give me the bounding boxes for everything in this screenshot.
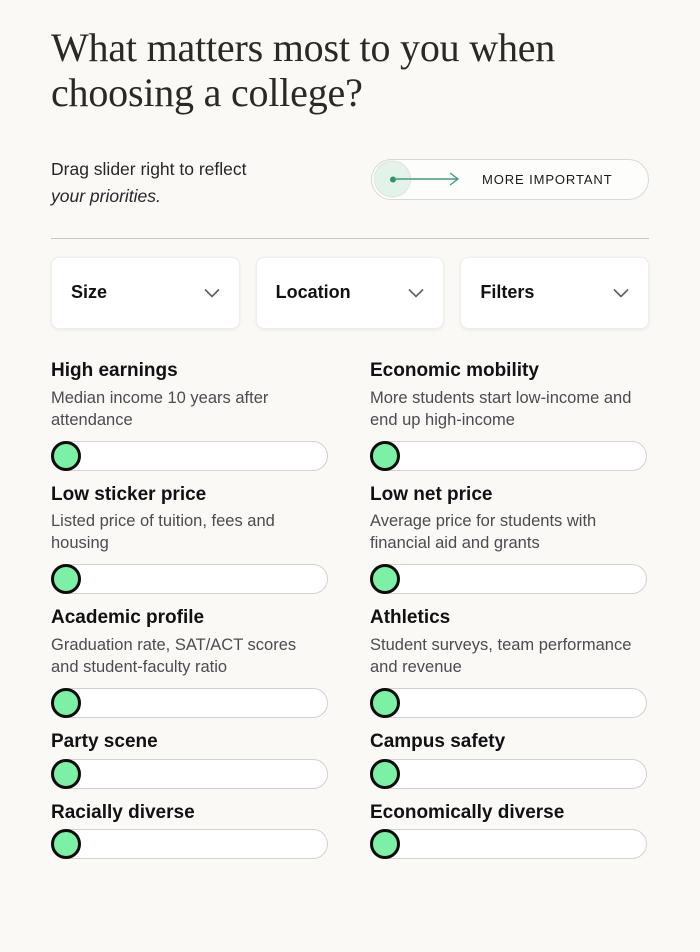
priority-slider[interactable]: [370, 758, 647, 789]
priority-cell-racially-diverse: Racially diverse: [51, 789, 328, 860]
priority-slider[interactable]: [51, 758, 328, 789]
priority-slider[interactable]: [51, 564, 328, 595]
slider-thumb[interactable]: [370, 687, 400, 718]
slider-track[interactable]: [370, 564, 647, 595]
slider-thumb[interactable]: [51, 687, 81, 718]
priority-slider[interactable]: [51, 440, 328, 471]
priority-slider[interactable]: [370, 829, 647, 860]
slider-thumb[interactable]: [51, 758, 81, 789]
priority-title: Low net price: [370, 483, 493, 505]
priority-title: High earnings: [51, 359, 178, 381]
priority-cell-high-earnings: High earnings Median income 10 years aft…: [51, 347, 328, 471]
priority-cell-party-scene: Party scene: [51, 718, 328, 789]
slider-track[interactable]: [370, 829, 647, 860]
dropdown-filters[interactable]: Filters: [460, 256, 650, 329]
more-important-label: MORE IMPORTANT: [482, 171, 613, 187]
dropdown-size-label: Size: [71, 282, 108, 303]
priority-title: Economic mobility: [370, 359, 539, 381]
priority-title: Racially diverse: [51, 801, 195, 823]
slider-thumb[interactable]: [370, 758, 400, 789]
slider-track[interactable]: [51, 564, 328, 595]
priority-description: Student surveys, team performance and re…: [370, 636, 632, 676]
slider-track[interactable]: [51, 829, 328, 860]
priority-slider[interactable]: [51, 829, 328, 860]
priority-cell-low-sticker-price: Low sticker price Listed price of tuitio…: [51, 471, 328, 595]
slider-thumb[interactable]: [370, 440, 400, 471]
dropdown-location[interactable]: Location: [255, 256, 445, 329]
priority-title: Academic profile: [51, 607, 205, 629]
arrow-right-icon: [394, 172, 460, 186]
priority-description: Median income 10 years after attendance: [51, 388, 269, 429]
slider-track[interactable]: [370, 758, 647, 789]
priority-title: Campus safety: [370, 730, 506, 752]
dropdown-filters-label: Filters: [480, 282, 535, 303]
priority-slider[interactable]: [370, 564, 647, 595]
slider-track[interactable]: [51, 758, 328, 789]
slider-thumb[interactable]: [51, 440, 81, 471]
dropdown-location-label: Location: [275, 282, 351, 303]
priority-title: Athletics: [370, 607, 451, 629]
intro-line-1: Drag slider right to reflect: [51, 158, 247, 179]
slider-track[interactable]: [370, 440, 647, 471]
slider-track[interactable]: [51, 687, 328, 718]
priority-slider[interactable]: [370, 687, 647, 718]
priority-cell-low-net-price: Low net price Average price for students…: [370, 471, 647, 595]
dropdown-size[interactable]: Size: [51, 256, 240, 329]
priority-cell-academic-profile: Academic profile Graduation rate, SAT/AC…: [51, 594, 328, 718]
priority-slider[interactable]: [370, 440, 647, 471]
priority-cell-athletics: Athletics Student surveys, team performa…: [370, 594, 647, 718]
priority-title: Economically diverse: [370, 801, 565, 823]
priority-title: Low sticker price: [51, 483, 207, 505]
intro-line-2: your priorities.: [51, 186, 161, 207]
priority-description: More students start low-income and end u…: [370, 388, 632, 429]
priority-slider-grid: High earnings Median income 10 years aft…: [51, 347, 649, 860]
page-title: What matters most to you when choosing a…: [51, 25, 556, 115]
priority-slider[interactable]: [51, 687, 328, 718]
slider-track[interactable]: [370, 687, 647, 718]
chevron-down-icon: [408, 288, 424, 298]
intro-instructions: Drag slider right to reflect your priori…: [51, 154, 247, 211]
priority-description: Listed price of tuition, fees and housin…: [51, 512, 275, 553]
priority-description: Graduation rate, SAT/ACT scores and stud…: [51, 636, 297, 676]
priorities-page: What matters most to you when choosing a…: [0, 0, 700, 952]
chevron-down-icon: [613, 288, 629, 298]
slider-track[interactable]: [51, 440, 328, 471]
priority-cell-economically-diverse: Economically diverse: [370, 789, 647, 860]
chevron-down-icon: [204, 288, 220, 298]
more-important-hint[interactable]: MORE IMPORTANT: [371, 158, 649, 200]
priority-description: Average price for students with financia…: [370, 512, 597, 553]
intro-row: Drag slider right to reflect your priori…: [51, 154, 649, 211]
section-divider: [51, 237, 649, 239]
priority-cell-campus-safety: Campus safety: [370, 718, 647, 789]
priority-cell-economic-mobility: Economic mobility More students start lo…: [370, 347, 647, 471]
filter-bar: Size Location Filters: [51, 256, 650, 329]
priority-title: Party scene: [51, 730, 158, 752]
